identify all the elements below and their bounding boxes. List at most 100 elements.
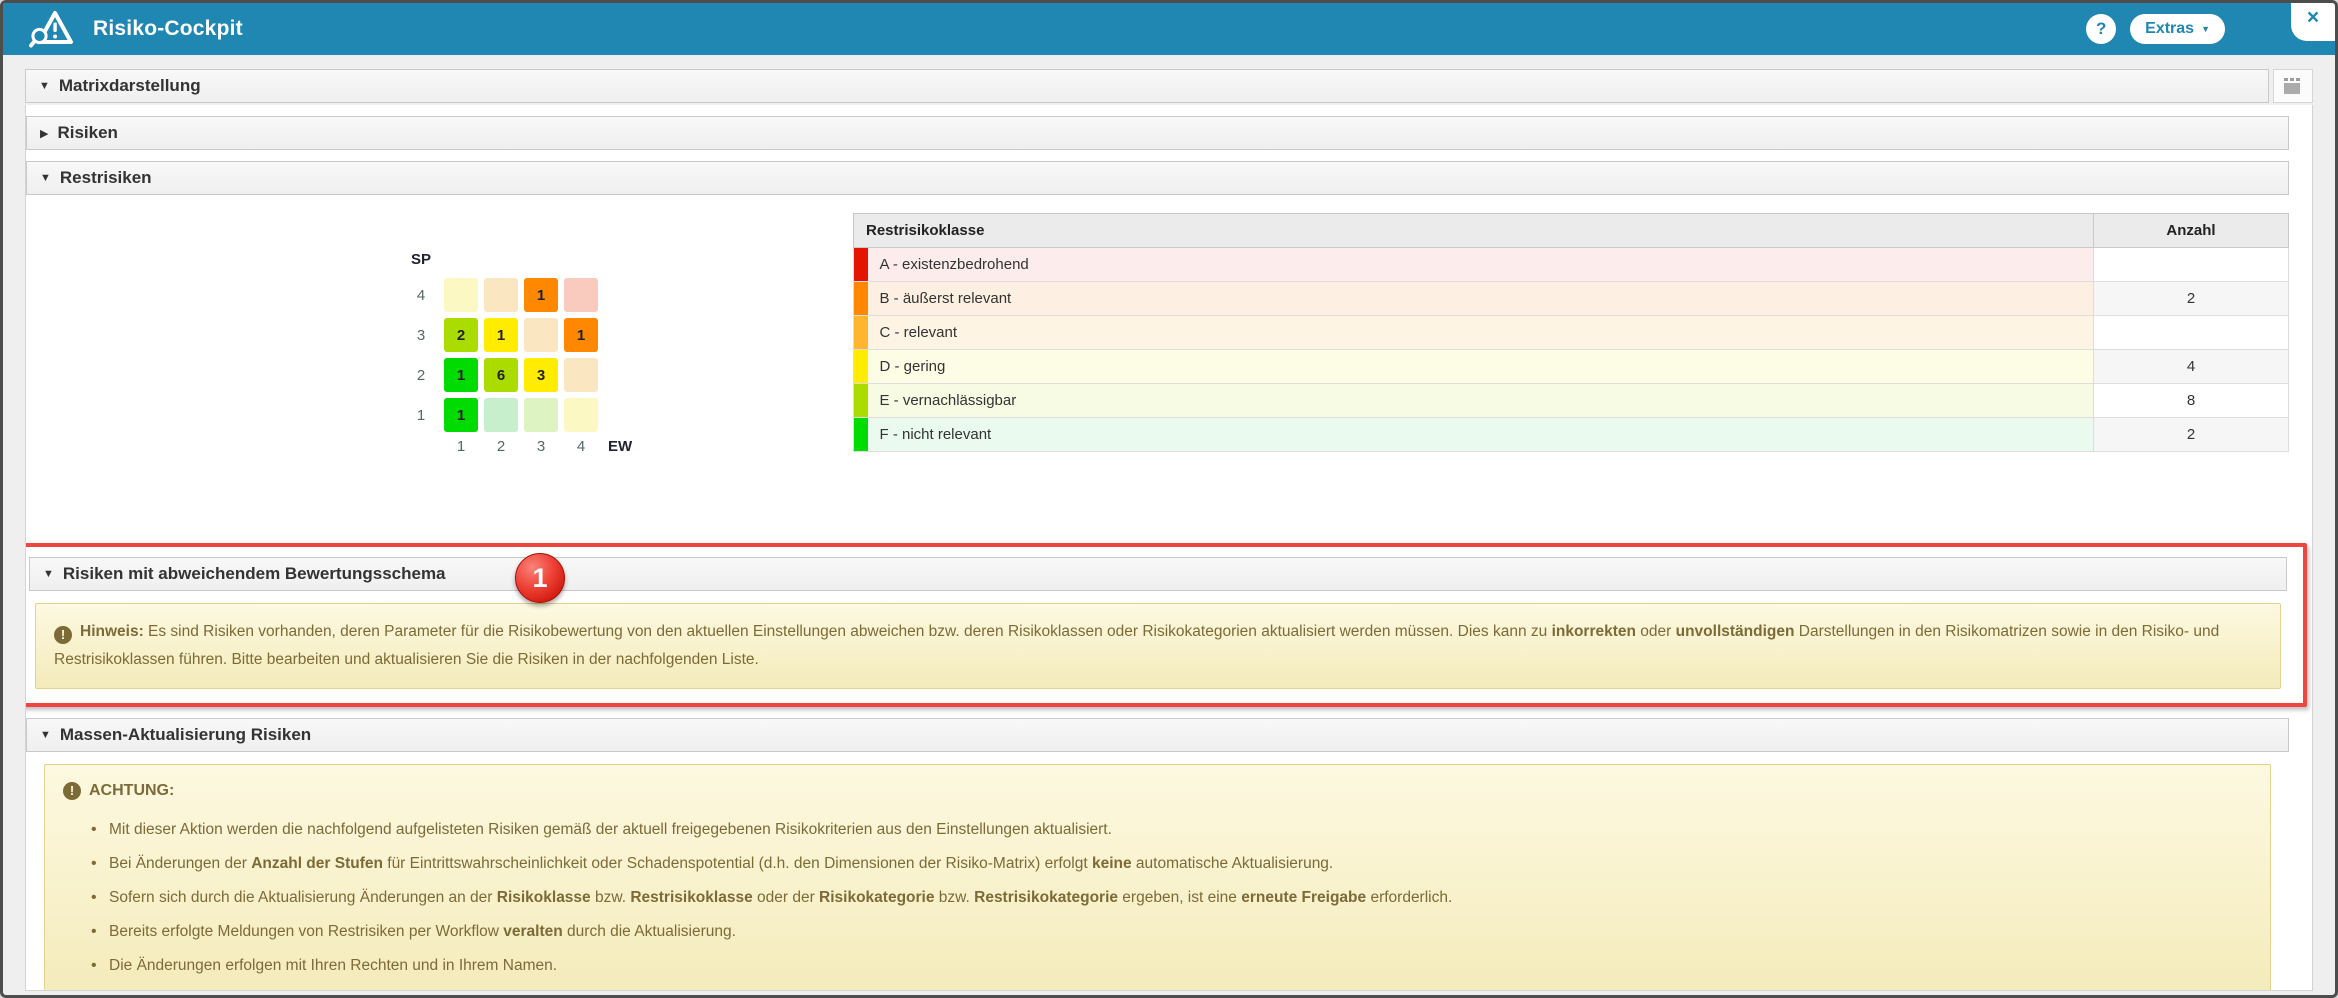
class-count: 8: [2094, 384, 2289, 418]
matrix-cell: [484, 278, 518, 312]
achtung-bullet: Die Änderungen erfolgen mit Ihren Rechte…: [63, 949, 2252, 983]
residual-class-row: D - gering4: [854, 350, 2289, 384]
matrix-y-tick: 1: [404, 407, 438, 424]
annotation-badge-1: 1: [515, 553, 565, 603]
section-label: Risiken: [57, 123, 117, 143]
class-label: F - nicht relevant: [868, 418, 2094, 452]
note-text-segment: bzw.: [591, 889, 631, 906]
extras-button[interactable]: Extras ▼: [2130, 14, 2225, 44]
layout-toggle-button[interactable]: [2273, 69, 2313, 103]
note-text-segment: Hinweis:: [80, 623, 144, 640]
note-text-segment: Restrisikokategorie: [974, 889, 1118, 906]
matrix-x-tick: 2: [484, 438, 518, 455]
note-text-segment: durch die Aktualisierung.: [563, 923, 736, 940]
section-header-restrisiken[interactable]: ▼ Restrisiken: [26, 161, 2289, 195]
collapse-triangle-icon: ▶: [40, 127, 48, 140]
note-text-segment: veralten: [503, 923, 562, 940]
note-text-segment: Risikoklasse: [497, 889, 591, 906]
main-content: ▼ Matrixdarstellung ▶ Risiken ▼ Restrisi…: [3, 55, 2335, 991]
class-color-swatch: [854, 350, 868, 384]
matrix-cell: 1: [484, 318, 518, 352]
class-count: 2: [2094, 282, 2289, 316]
note-text-segment: Die Änderungen erfolgen mit Ihren Rechte…: [109, 957, 557, 974]
section-label: Matrixdarstellung: [59, 76, 201, 96]
collapse-triangle-icon: ▼: [40, 172, 51, 184]
matrixdarstellung-panel: ▶ Risiken ▼ Restrisiken SP41321121631112…: [25, 105, 2313, 991]
note-text-segment: bzw.: [934, 889, 974, 906]
class-count: 4: [2094, 350, 2289, 384]
matrix-x-tick: 4: [564, 438, 598, 455]
note-text-segment: Bei Änderungen der: [109, 855, 251, 872]
class-count: [2094, 316, 2289, 350]
achtung-bullet: Bei Änderungen der Anzahl der Stufen für…: [63, 847, 2252, 881]
collapse-triangle-icon: ▼: [39, 80, 50, 92]
note-text-segment: Restrisikoklasse: [630, 889, 752, 906]
class-color-swatch: [854, 248, 868, 282]
class-count: 2: [2094, 418, 2289, 452]
collapse-triangle-icon: ▼: [43, 568, 54, 580]
help-button[interactable]: ?: [2086, 14, 2116, 44]
residual-risk-class-table: Restrisikoklasse Anzahl A - existenzbedr…: [853, 213, 2289, 452]
note-text-segment: oder: [1636, 623, 1676, 640]
residual-class-row: F - nicht relevant2: [854, 418, 2289, 452]
note-text-segment: oder der: [753, 889, 819, 906]
section-label: Risiken mit abweichendem Bewertungsschem…: [63, 564, 446, 584]
matrix-cell: [484, 398, 518, 432]
class-color-swatch: [854, 316, 868, 350]
residual-risk-matrix: SP4132112163111234EW: [404, 213, 632, 517]
note-text-segment: Mit dieser Aktion werden die nachfolgend…: [109, 821, 1112, 838]
matrix-cell: 1: [524, 278, 558, 312]
annotation-box-1: ▼ Risiken mit abweichendem Bewertungssch…: [25, 543, 2307, 707]
column-header-restrisikoklasse: Restrisikoklasse: [854, 214, 2094, 248]
class-label: A - existenzbedrohend: [868, 248, 2094, 282]
note-text-segment: Risikokategorie: [819, 889, 934, 906]
exclamation-circle-icon: !: [54, 626, 72, 644]
achtung-bullet: Bereits erfolgte Meldungen von Restrisik…: [63, 915, 2252, 949]
class-label: D - gering: [868, 350, 2094, 384]
matrix-cell: [564, 398, 598, 432]
class-count: [2094, 248, 2289, 282]
note-text-segment: erforderlich.: [1366, 889, 1452, 906]
table-icon: [2282, 76, 2304, 96]
achtung-bullet-list: Mit dieser Aktion werden die nachfolgend…: [63, 813, 2252, 983]
matrix-cell: [564, 358, 598, 392]
close-button[interactable]: ×: [2291, 3, 2335, 41]
matrix-cell: 2: [444, 318, 478, 352]
matrix-cell: [444, 278, 478, 312]
hinweis-note: !Hinweis: Es sind Risiken vorhanden, der…: [35, 603, 2281, 689]
app-title: Risiko-Cockpit: [93, 17, 243, 41]
matrix-cell: [524, 318, 558, 352]
note-text-segment: inkorrekten: [1552, 623, 1636, 640]
restrisiken-content: SP4132112163111234EW Restrisikoklasse An…: [26, 195, 2289, 517]
matrix-cell: 3: [524, 358, 558, 392]
class-label: E - vernachlässigbar: [868, 384, 2094, 418]
matrix-cell: [524, 398, 558, 432]
section-header-risiken[interactable]: ▶ Risiken: [26, 116, 2289, 150]
residual-class-row: A - existenzbedrohend: [854, 248, 2289, 282]
class-label: B - äußerst relevant: [868, 282, 2094, 316]
app-header: Risiko-Cockpit ? Extras ▼: [3, 3, 2335, 55]
matrix-cell: 1: [564, 318, 598, 352]
close-icon: ×: [2307, 7, 2319, 28]
section-header-matrixdarstellung[interactable]: ▼ Matrixdarstellung: [25, 69, 2269, 103]
matrix-x-tick: 3: [524, 438, 558, 455]
matrix-y-tick: 2: [404, 367, 438, 384]
matrix-cell: 1: [444, 358, 478, 392]
hinweis-text: Hinweis: Es sind Risiken vorhanden, dere…: [54, 623, 2219, 668]
note-text-segment: automatische Aktualisierung.: [1132, 855, 1334, 872]
matrix-cell: [564, 278, 598, 312]
matrix-x-tick: 1: [444, 438, 478, 455]
residual-class-row: C - relevant: [854, 316, 2289, 350]
note-text-segment: Sofern sich durch die Aktualisierung Änd…: [109, 889, 497, 906]
note-text-segment: keine: [1092, 855, 1132, 872]
exclamation-circle-icon: !: [63, 782, 81, 800]
section-header-massen-aktualisierung[interactable]: ▼ Massen-Aktualisierung Risiken: [26, 718, 2289, 752]
risk-magnifier-logo-icon: [29, 9, 77, 49]
section-header-abweichendes-bewertungsschema[interactable]: ▼ Risiken mit abweichendem Bewertungssch…: [29, 557, 2287, 591]
section-label: Restrisiken: [60, 168, 152, 188]
class-label: C - relevant: [868, 316, 2094, 350]
class-color-swatch: [854, 282, 868, 316]
note-text-segment: ergeben, ist eine: [1118, 889, 1241, 906]
matrix-y-tick: 4: [404, 287, 438, 304]
matrix-cell: 1: [444, 398, 478, 432]
